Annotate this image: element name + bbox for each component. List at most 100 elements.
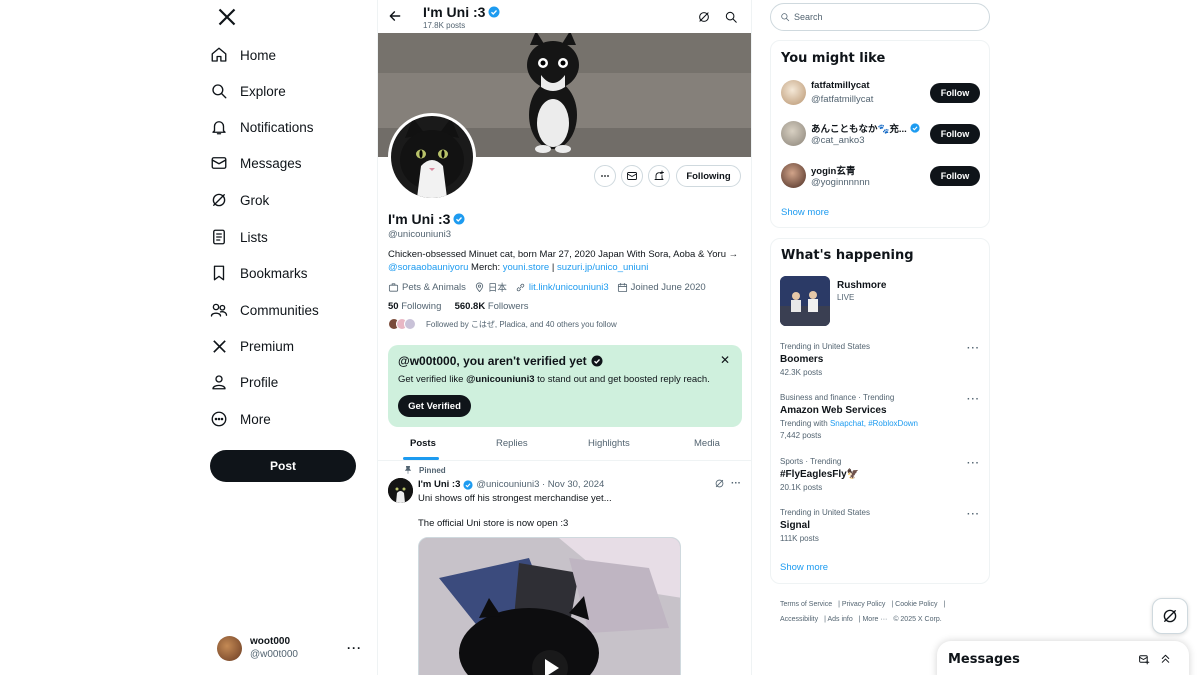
x-logo-icon (210, 337, 228, 355)
more-icon[interactable]: ··· (967, 458, 980, 469)
show-more-link[interactable]: Show more (780, 562, 828, 573)
more-icon[interactable]: ··· (967, 394, 980, 405)
nav-home-label: Home (240, 47, 277, 63)
footer-link-accessibility[interactable]: Accessibility (780, 616, 818, 623)
chevron-up-icon[interactable] (1159, 652, 1172, 665)
trend-context: Business and finance · Trending (780, 393, 895, 402)
account-switcher[interactable]: woot000 @w00t000 ··· (217, 633, 367, 663)
nav-profile-label: Profile (240, 374, 279, 390)
verified-check-icon (591, 355, 603, 367)
bell-plus-icon (654, 170, 664, 180)
more-icon[interactable]: ··· (347, 641, 362, 655)
trend-item[interactable]: Business and finance · Trending Amazon W… (780, 392, 980, 442)
pinned-label: Pinned (403, 465, 446, 475)
footer-link-ads[interactable]: Ads info (827, 616, 852, 623)
trend-name: Signal (780, 520, 811, 531)
calendar-icon (617, 282, 628, 293)
whats-happening-title: What's happening (781, 248, 914, 263)
more-icon[interactable]: ··· (967, 343, 980, 354)
briefcase-icon (388, 282, 399, 293)
profile-website-link[interactable]: lit.link/unicouniuni3 (529, 282, 609, 293)
trend-count: 20.1K posts (780, 483, 823, 492)
get-verified-button[interactable]: Get Verified (398, 395, 471, 417)
nav-bookmarks[interactable]: Bookmarks (210, 258, 308, 288)
trend-count: 111K posts (780, 534, 819, 543)
list-item[interactable]: yogin玄青 @yoginnnnnn Follow (781, 160, 981, 190)
bio-store-link[interactable]: youni.store (503, 262, 549, 273)
tab-media[interactable]: Media (694, 438, 720, 449)
verified-badge-icon (910, 123, 920, 133)
avatar[interactable] (388, 478, 413, 503)
bio-suzuri-link[interactable]: suzuri.jp/unico_uniuni (557, 262, 648, 273)
footer-link-more[interactable]: More ··· (862, 616, 887, 623)
nav-premium[interactable]: Premium (210, 331, 294, 361)
nav-notifications[interactable]: Notifications (210, 112, 314, 142)
list-item[interactable]: fatfatmillycat @fatfatmillycat Follow (781, 77, 981, 107)
following-button[interactable]: Following (676, 165, 741, 187)
nav-more[interactable]: More (210, 404, 271, 434)
trend-item[interactable]: Sports · Trending #FlyEaglesFly🦅 20.1K p… (780, 456, 980, 494)
tab-posts[interactable]: Posts (410, 438, 436, 449)
list-item[interactable]: あんこともなか🐾充... @cat_anko3 Follow (781, 118, 981, 148)
nav-explore[interactable]: Explore (210, 76, 286, 106)
followed-by[interactable]: Followed by こはぜ, Pladica, and 40 others … (388, 318, 617, 330)
close-icon[interactable]: ✕ (720, 353, 730, 367)
tweet-author-name[interactable]: I'm Uni :3 (418, 479, 460, 490)
avatar (781, 80, 806, 105)
search-input[interactable]: Search (770, 3, 990, 31)
show-more-link[interactable]: Show more (781, 207, 829, 218)
nav-home[interactable]: Home (210, 40, 276, 70)
follow-button[interactable]: Follow (930, 124, 980, 144)
back-arrow-icon[interactable] (388, 9, 402, 23)
nav-communities-label: Communities (240, 302, 319, 318)
search-icon[interactable] (724, 10, 738, 24)
who-to-follow-title: You might like (781, 51, 886, 66)
grok-icon[interactable] (697, 10, 711, 24)
account-name: woot000 (250, 636, 291, 647)
trend-name: Boomers (780, 354, 824, 365)
verification-prompt: @w00t000, you aren't verified yet Get ve… (388, 345, 742, 427)
x-logo-icon[interactable] (217, 7, 237, 27)
live-thumbnail[interactable] (780, 276, 830, 326)
message-button[interactable] (621, 165, 643, 187)
followers-count-link[interactable]: 560.8K Followers (455, 301, 529, 312)
avatar (781, 121, 806, 146)
bio-merch-label: Merch: (468, 262, 503, 273)
tab-highlights[interactable]: Highlights (588, 438, 630, 449)
right-sidebar: Search You might like fatfatmillycat @fa… (770, 0, 990, 675)
more-icon[interactable]: ··· (731, 478, 741, 489)
trend-context: Trending in United States (780, 342, 870, 351)
footer-link-privacy[interactable]: Privacy Policy (842, 601, 886, 608)
verify-text-post: to stand out and get boosted reply reach… (534, 374, 710, 385)
notify-button[interactable] (648, 165, 670, 187)
footer-link-cookie[interactable]: Cookie Policy (895, 601, 937, 608)
trend-item[interactable]: Trending in United States Boomers 42.3K … (780, 341, 980, 379)
nav-communities[interactable]: Communities (210, 295, 319, 325)
live-title[interactable]: Rushmore (837, 280, 886, 291)
profile-stats: 50 Following 560.8K Followers (388, 301, 529, 312)
nav-messages[interactable]: Messages (210, 148, 302, 178)
messages-drawer[interactable]: Messages (937, 641, 1189, 675)
profile-avatar[interactable] (388, 113, 476, 201)
tweet-video[interactable] (418, 537, 681, 675)
follow-button[interactable]: Follow (930, 83, 980, 103)
trend-with-tags[interactable]: Snapchat, #RobloxDown (830, 419, 918, 428)
more-options-button[interactable] (594, 165, 616, 187)
follow-button[interactable]: Follow (930, 166, 980, 186)
footer-link-terms[interactable]: Terms of Service (780, 601, 832, 608)
more-icon[interactable]: ··· (967, 509, 980, 520)
nav-profile[interactable]: Profile (210, 367, 278, 397)
pinned-text: Pinned (419, 465, 446, 475)
post-button[interactable]: Post (210, 450, 356, 482)
grok-floating-button[interactable] (1152, 598, 1188, 634)
bio-mention-link[interactable]: @soraaobauniyoru (388, 262, 468, 273)
nav-lists[interactable]: Lists (210, 222, 268, 252)
new-message-icon[interactable] (1138, 653, 1151, 666)
tab-replies[interactable]: Replies (496, 438, 528, 449)
grok-icon[interactable] (714, 478, 725, 489)
following-count-link[interactable]: 50 Following (388, 301, 441, 312)
footer-copyright: © 2025 X Corp. (893, 616, 942, 623)
bell-icon (210, 118, 228, 136)
nav-grok[interactable]: Grok (210, 185, 269, 215)
trend-item[interactable]: Trending in United States Signal 111K po… (780, 507, 980, 545)
